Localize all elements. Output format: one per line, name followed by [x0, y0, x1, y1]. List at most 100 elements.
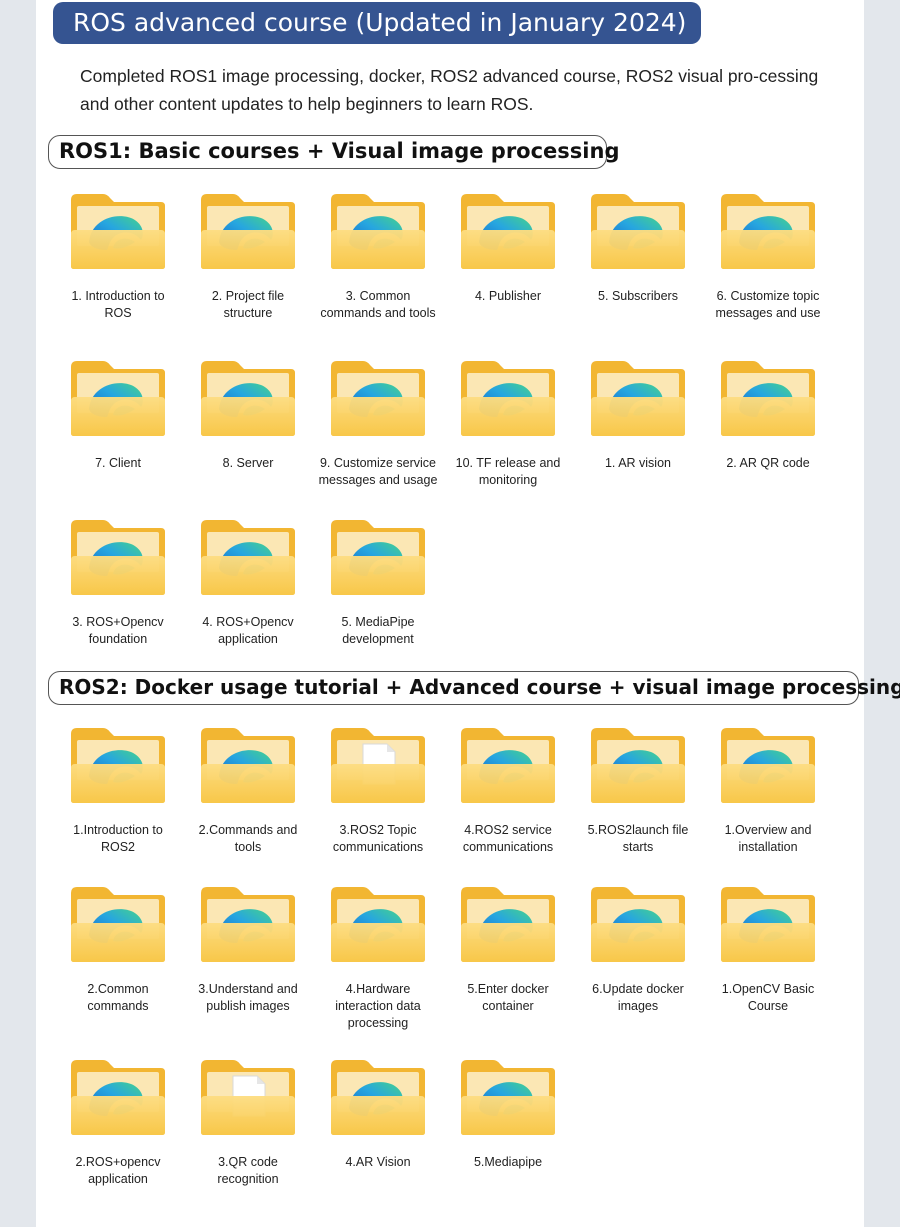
folder-edge-icon [331, 887, 425, 962]
folder-label: 4.AR Vision [345, 1155, 411, 1169]
page-title-banner: ROS advanced course (Updated in January … [53, 2, 701, 44]
folder-item[interactable]: 3.QR code recognition [183, 1056, 313, 1188]
folder-edge-icon [201, 361, 295, 436]
folder-item[interactable]: 2. AR QR code [703, 357, 833, 472]
folder-edge-icon [461, 194, 555, 269]
folder-label: 5.ROS2launch file starts [587, 823, 689, 854]
folder-document-icon [331, 728, 425, 803]
folder-label: 3.Understand and publish images [198, 982, 298, 1013]
folder-item[interactable]: 3.ROS2 Topic communications [313, 724, 443, 856]
folder-item[interactable]: 1. AR vision [573, 357, 703, 472]
folder-edge-icon [71, 361, 165, 436]
folder-item[interactable]: 3. ROS+Opencv foundation [53, 516, 183, 648]
folder-label: 10. TF release and monitoring [455, 456, 561, 487]
folder-edge-icon [591, 361, 685, 436]
folder-edge-icon [201, 728, 295, 803]
folder-label: 5. Subscribers [598, 289, 678, 303]
folder-edge-icon [331, 361, 425, 436]
folder-item[interactable]: 2. Project file structure [183, 190, 313, 322]
folder-item[interactable]: 2.Common commands [53, 883, 183, 1015]
section-title-ros1: ROS1: Basic courses + Visual image proce… [48, 135, 619, 169]
folder-label: 7. Client [95, 456, 141, 470]
folder-label: 3.QR code recognition [217, 1155, 279, 1186]
folder-edge-icon [201, 520, 295, 595]
section-title-text: ROS2: Docker usage tutorial + Advanced c… [59, 675, 900, 699]
folder-label: 2. AR QR code [726, 456, 810, 470]
folder-edge-icon [201, 194, 295, 269]
folder-edge-icon [721, 728, 815, 803]
folder-edge-icon [461, 361, 555, 436]
folder-item[interactable]: 2.Commands and tools [183, 724, 313, 856]
folder-item[interactable]: 7. Client [53, 357, 183, 472]
folder-label: 1. AR vision [604, 456, 671, 470]
folder-edge-icon [331, 520, 425, 595]
folder-item[interactable]: 1.Introduction to ROS2 [53, 724, 183, 856]
folder-item[interactable]: 5. Subscribers [573, 190, 703, 305]
folder-edge-icon [461, 887, 555, 962]
folder-label: 4.ROS2 service communications [462, 823, 554, 854]
folder-label: 6. Customize topic messages and use [715, 289, 821, 320]
folder-edge-icon [591, 728, 685, 803]
folder-label: 4. ROS+Opencv application [202, 615, 294, 646]
folder-item[interactable]: 8. Server [183, 357, 313, 472]
folder-label: 4. Publisher [474, 289, 541, 303]
folder-item[interactable]: 4. Publisher [443, 190, 573, 305]
folder-item[interactable]: 3. Common commands and tools [313, 190, 443, 322]
folder-item[interactable]: 4.AR Vision [313, 1056, 443, 1171]
folder-label: 3. Common commands and tools [320, 289, 436, 320]
folder-item[interactable]: 6.Update docker images [573, 883, 703, 1015]
folder-edge-icon [331, 1060, 425, 1135]
folder-label: 5.Mediapipe [473, 1155, 543, 1169]
folder-label: 1.Overview and installation [724, 823, 812, 854]
folder-label: 3.ROS2 Topic communications [332, 823, 424, 854]
folder-edge-icon [461, 1060, 555, 1135]
folder-label: 2. Project file structure [211, 289, 285, 320]
folder-item[interactable]: 1.OpenCV Basic Course [703, 883, 833, 1015]
intro-paragraph: Completed ROS1 image processing, docker,… [80, 66, 819, 114]
folder-document-icon [201, 1060, 295, 1135]
folder-item[interactable]: 10. TF release and monitoring [443, 357, 573, 489]
folder-item[interactable]: 5.ROS2launch file starts [573, 724, 703, 856]
section-title-text: ROS1: Basic courses + Visual image proce… [59, 139, 620, 163]
folder-item[interactable]: 6. Customize topic messages and use [703, 190, 833, 322]
folder-item[interactable]: 9. Customize service messages and usage [313, 357, 443, 489]
folder-edge-icon [71, 1060, 165, 1135]
folder-edge-icon [591, 194, 685, 269]
folder-edge-icon [71, 520, 165, 595]
folder-label: 1.Introduction to ROS2 [73, 823, 163, 854]
folder-label: 8. Server [222, 456, 274, 470]
folder-item[interactable]: 2.ROS+opencv application [53, 1056, 183, 1188]
folder-label: 2.ROS+opencv application [75, 1155, 161, 1186]
folder-label: 3. ROS+Opencv foundation [72, 615, 164, 646]
folder-edge-icon [721, 887, 815, 962]
folder-edge-icon [331, 194, 425, 269]
folder-item[interactable]: 3.Understand and publish images [183, 883, 313, 1015]
folder-label: 6.Update docker images [592, 982, 684, 1013]
folder-item[interactable]: 5.Enter docker container [443, 883, 573, 1015]
folder-edge-icon [591, 887, 685, 962]
folder-item[interactable]: 5.Mediapipe [443, 1056, 573, 1171]
page-title: ROS advanced course (Updated in January … [73, 8, 687, 37]
folder-item[interactable]: 5. MediaPipe development [313, 516, 443, 648]
folder-label: 5.Enter docker container [467, 982, 549, 1013]
folder-edge-icon [461, 728, 555, 803]
folder-label: 4.Hardware interaction data processing [335, 982, 421, 1030]
folder-item[interactable]: 4. ROS+Opencv application [183, 516, 313, 648]
folder-label: 9. Customize service messages and usage [318, 456, 438, 487]
folder-label: 2.Commands and tools [198, 823, 298, 854]
folder-edge-icon [71, 728, 165, 803]
folder-item[interactable]: 4.ROS2 service communications [443, 724, 573, 856]
folder-edge-icon [71, 887, 165, 962]
folder-edge-icon [71, 194, 165, 269]
section-title-ros2: ROS2: Docker usage tutorial + Advanced c… [48, 671, 900, 705]
folder-label: 1.OpenCV Basic Course [721, 982, 815, 1013]
folder-item[interactable]: 1.Overview and installation [703, 724, 833, 856]
folder-item[interactable]: 4.Hardware interaction data processing [313, 883, 443, 1032]
folder-edge-icon [721, 361, 815, 436]
folder-label: 2.Common commands [87, 982, 149, 1013]
folder-label: 5. MediaPipe development [341, 615, 415, 646]
folder-edge-icon [201, 887, 295, 962]
folder-edge-icon [721, 194, 815, 269]
folder-label: 1. Introduction to ROS [71, 289, 165, 320]
folder-item[interactable]: 1. Introduction to ROS [53, 190, 183, 322]
